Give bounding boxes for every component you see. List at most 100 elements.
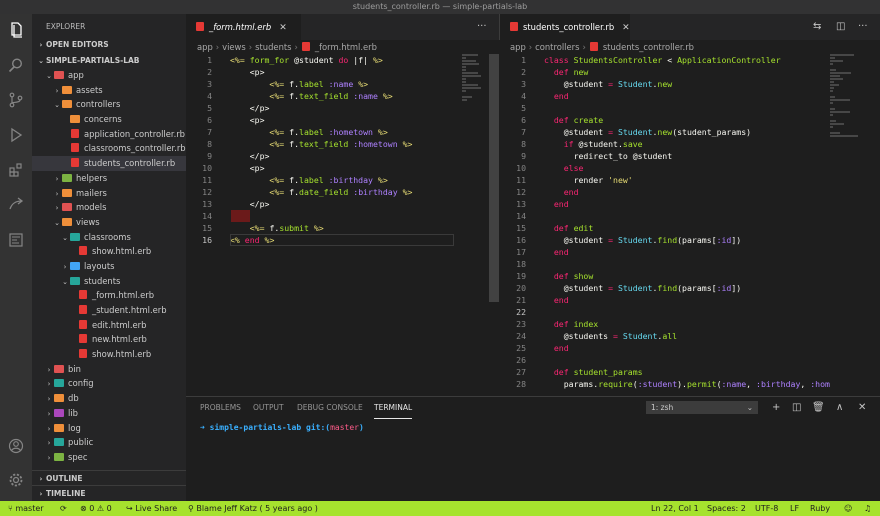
account-icon[interactable] xyxy=(7,438,25,456)
tree-file[interactable]: show.html.erb xyxy=(32,347,186,362)
tree-folder[interactable]: ⌄ students xyxy=(32,274,186,289)
project-header[interactable]: ⌄ SIMPLE-PARTIALS-LAB xyxy=(32,54,186,68)
line-number: 7 xyxy=(521,127,526,137)
search-icon[interactable] xyxy=(7,57,25,75)
chevron-right-icon: › xyxy=(55,174,59,183)
tree-folder[interactable]: › bin xyxy=(32,362,186,377)
breadcrumb-item[interactable]: students_controller.rb xyxy=(603,42,694,52)
code-line: 10 else xyxy=(500,162,583,174)
notifications-bell-icon[interactable]: ♫ xyxy=(864,501,871,516)
timeline-header[interactable]: › TIMELINE xyxy=(32,485,186,500)
encoding[interactable]: UTF-8 xyxy=(755,501,778,516)
settings-gear-icon[interactable] xyxy=(7,472,25,490)
files-icon[interactable] xyxy=(7,22,25,40)
remote-icon[interactable] xyxy=(7,197,25,215)
tab-debug-console[interactable]: DEBUG CONSOLE xyxy=(297,397,363,419)
tree-folder[interactable]: › spec xyxy=(32,450,186,465)
split-terminal-icon[interactable]: ◫ xyxy=(792,397,801,419)
live-share-button[interactable]: ↪ Live Share xyxy=(126,501,177,516)
folder-icon xyxy=(54,71,64,79)
tree-folder[interactable]: › helpers xyxy=(32,171,186,186)
run-debug-icon[interactable] xyxy=(7,127,25,145)
tab-form-html-erb[interactable]: _form.html.erb ✕ xyxy=(186,14,301,40)
feedback-icon[interactable]: ☺ xyxy=(844,501,852,516)
problems-indicator[interactable]: ⊗ 0 ⚠ 0 xyxy=(80,501,112,516)
split-editor-icon[interactable]: ◫ xyxy=(836,14,845,40)
end-of-line[interactable]: LF xyxy=(790,501,799,516)
tree-folder[interactable]: › public xyxy=(32,435,186,450)
tree-folder[interactable]: concerns xyxy=(32,112,186,127)
tree-folder[interactable]: ⌄ controllers xyxy=(32,97,186,112)
tree-file[interactable]: students_controller.rb xyxy=(32,156,186,171)
code-line: 14 xyxy=(500,210,544,222)
breadcrumb-item[interactable]: app xyxy=(197,42,213,52)
tab-problems[interactable]: PROBLEMS xyxy=(200,397,241,419)
left-breadcrumb[interactable]: app › views › students › _form.html.erb xyxy=(197,40,377,54)
sync-icon[interactable]: ⟳ xyxy=(60,501,67,516)
source-control-icon[interactable] xyxy=(7,92,25,110)
breadcrumb-item[interactable]: views xyxy=(222,42,246,52)
tree-file[interactable]: edit.html.erb xyxy=(32,318,186,333)
chevron-right-icon: › xyxy=(55,86,59,95)
open-editors-header[interactable]: › OPEN EDITORS xyxy=(32,38,186,52)
warning-count: 0 xyxy=(106,504,112,513)
chevron-up-icon[interactable]: ∧ xyxy=(836,397,843,419)
tree-file[interactable]: new.html.erb xyxy=(32,332,186,347)
line-number: 6 xyxy=(207,115,212,125)
terminal-prompt[interactable]: ➜ simple-partials-lab git:(master) xyxy=(200,423,364,432)
tree-file[interactable]: _student.html.erb xyxy=(32,303,186,318)
code-line: 2 <p> xyxy=(186,66,264,78)
line-number: 25 xyxy=(516,343,526,353)
outline-header[interactable]: › OUTLINE xyxy=(32,470,186,485)
tree-file[interactable]: show.html.erb xyxy=(32,244,186,259)
code-text: end xyxy=(544,342,569,354)
breadcrumb-item[interactable]: students xyxy=(255,42,291,52)
git-blame[interactable]: ⚲ Blame Jeff Katz ( 5 years ago ) xyxy=(188,501,318,516)
right-editor[interactable]: 1 class StudentsController < ApplicationC… xyxy=(500,54,880,396)
extensions-icon[interactable] xyxy=(7,162,25,180)
tree-folder[interactable]: › models xyxy=(32,200,186,215)
more-actions-icon[interactable]: ··· xyxy=(477,14,487,40)
breadcrumb-item[interactable]: _form.html.erb xyxy=(315,42,377,52)
tree-folder[interactable]: ⌄ classrooms xyxy=(32,230,186,245)
compare-changes-icon[interactable]: ⇆ xyxy=(813,14,821,40)
tree-folder[interactable]: › layouts xyxy=(32,259,186,274)
prompt-directory: simple-partials-lab xyxy=(209,423,302,432)
code-text: def edit xyxy=(544,222,593,234)
tree-folder[interactable]: › lib xyxy=(32,406,186,421)
tree-folder[interactable]: › log xyxy=(32,421,186,436)
tree-folder[interactable]: ⌄ app xyxy=(32,68,186,83)
left-scrollbar[interactable] xyxy=(489,54,499,302)
folder-icon xyxy=(54,438,64,447)
more-actions-icon[interactable]: ··· xyxy=(858,14,868,40)
close-icon[interactable]: ✕ xyxy=(622,15,630,41)
breadcrumb-item[interactable]: app xyxy=(510,42,526,52)
left-editor[interactable]: 1 <%= form_for @student do |f| %> 2 <p> 3 <… xyxy=(186,54,499,396)
tree-folder[interactable]: › config xyxy=(32,376,186,391)
tree-folder[interactable]: › mailers xyxy=(32,186,186,201)
right-breadcrumb[interactable]: app › controllers › students_controller.rb xyxy=(510,40,694,54)
code-token: text_field xyxy=(299,91,354,101)
branch-indicator[interactable]: ⑂ master xyxy=(8,501,44,516)
language-mode[interactable]: Ruby xyxy=(810,501,830,516)
tab-terminal[interactable]: TERMINAL xyxy=(374,397,413,419)
tree-folder[interactable]: ⌄ views xyxy=(32,215,186,230)
tree-file[interactable]: _form.html.erb xyxy=(32,288,186,303)
tree-file[interactable]: application_controller.rb xyxy=(32,127,186,142)
tab-output[interactable]: OUTPUT xyxy=(253,397,284,419)
breadcrumb-item[interactable]: controllers xyxy=(535,42,579,52)
tree-folder[interactable]: › assets xyxy=(32,83,186,98)
code-token: end xyxy=(544,187,579,197)
tree-label: new.html.erb xyxy=(92,334,147,345)
cursor-position[interactable]: Ln 22, Col 1 xyxy=(651,501,699,516)
close-icon[interactable]: ✕ xyxy=(279,15,287,41)
trash-icon[interactable]: 🗑 xyxy=(812,397,825,419)
indentation[interactable]: Spaces: 2 xyxy=(707,501,746,516)
preview-icon[interactable] xyxy=(7,232,25,250)
close-panel-icon[interactable]: ✕ xyxy=(858,397,866,419)
tab-students-controller[interactable]: students_controller.rb ✕ xyxy=(500,14,630,40)
tree-folder[interactable]: › db xyxy=(32,391,186,406)
terminal-select[interactable]: 1: zsh ⌄ xyxy=(646,401,758,414)
new-terminal-icon[interactable]: + xyxy=(772,397,780,419)
tree-file[interactable]: classrooms_controller.rb xyxy=(32,141,186,156)
